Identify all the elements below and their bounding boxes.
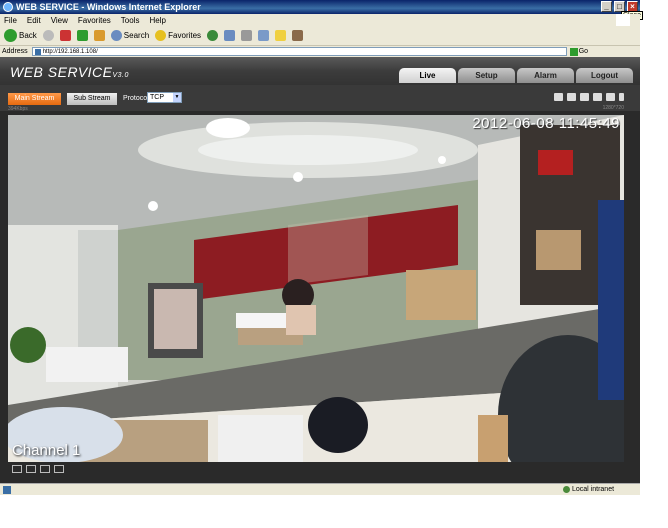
favorites-label: Favorites	[168, 31, 202, 40]
refresh-icon[interactable]	[76, 30, 88, 41]
app-header: WEB SERVICEV3.0 Live Setup Alarm Logout	[0, 57, 640, 85]
star-icon	[155, 30, 167, 41]
back-arrow-icon	[4, 29, 17, 42]
intranet-icon	[563, 486, 570, 493]
menu-bar: File Edit View Favorites Tools Help	[0, 14, 640, 26]
protocol-label: Protocol	[123, 95, 149, 102]
menu-view[interactable]: View	[51, 16, 68, 25]
zone-label: Local intranet	[572, 486, 615, 493]
brand-version: V3.0	[112, 72, 129, 79]
page-icon	[34, 48, 41, 55]
brand-logo: WEB SERVICEV3.0	[10, 64, 129, 80]
mail-icon[interactable]	[224, 30, 236, 41]
go-arrow-icon	[569, 47, 578, 56]
folder-icon[interactable]	[275, 30, 287, 41]
minimize-button[interactable]: _	[601, 1, 612, 12]
home-icon[interactable]	[93, 30, 105, 41]
channel-label: Channel 1	[12, 442, 81, 459]
resolution: 1280*720	[602, 105, 624, 111]
snapshot-icon[interactable]	[580, 93, 589, 101]
tab-live[interactable]: Live	[399, 68, 456, 83]
address-bar: Address http://192.168.1.108/ Go	[0, 46, 640, 57]
history-icon[interactable]	[207, 30, 219, 41]
search-label: Search	[123, 31, 150, 40]
web-service-app: WEB SERVICEV3.0 Live Setup Alarm Logout …	[0, 57, 640, 483]
address-field[interactable]: http://192.168.1.108/	[31, 47, 567, 56]
print-icon[interactable]	[241, 30, 253, 41]
speaker-icon[interactable]	[606, 93, 615, 101]
camera-feed-image	[8, 115, 624, 462]
live-video[interactable]: 2012-06-08 11:45:49 Channel 1	[8, 115, 624, 462]
ie-icon	[3, 2, 13, 12]
tab-alarm[interactable]: Alarm	[517, 68, 574, 83]
window-title: WEB SERVICE - Windows Internet Explorer	[16, 2, 201, 12]
menu-tools[interactable]: Tools	[121, 16, 140, 25]
menu-help[interactable]: Help	[149, 16, 165, 25]
windows-logo-icon	[616, 14, 630, 26]
search-button[interactable]: Search	[110, 30, 150, 41]
stream-bar: Main Stream Sub Stream Protocol TCP ▼ 39…	[0, 85, 640, 112]
back-label: Back	[19, 31, 37, 40]
record-icon[interactable]	[593, 93, 602, 101]
forward-arrow-icon[interactable]	[42, 30, 54, 41]
address-label: Address	[2, 48, 28, 55]
video-bottom-toolbar	[8, 462, 624, 475]
tab-logout[interactable]: Logout	[576, 68, 633, 83]
back-button[interactable]: Back	[4, 29, 37, 42]
protocol-select[interactable]: TCP ▼	[147, 92, 182, 103]
nav-tabs: Live Setup Alarm Logout	[399, 68, 633, 83]
status-bar: Local intranet	[0, 483, 640, 495]
page-done-icon	[3, 485, 11, 494]
brand-name: WEB SERVICE	[10, 64, 113, 80]
sub-stream-button[interactable]: Sub Stream	[67, 93, 117, 105]
main-stream-button[interactable]: Main Stream	[8, 93, 61, 105]
fit-window-icon[interactable]	[40, 464, 50, 473]
security-zone: Local intranet	[563, 486, 614, 493]
go-button[interactable]: Go	[569, 47, 589, 56]
browser-toolbar: Back Search Favorites	[0, 26, 640, 46]
menu-edit[interactable]: Edit	[27, 16, 41, 25]
stop-icon[interactable]	[59, 30, 71, 41]
tab-setup[interactable]: Setup	[458, 68, 515, 83]
video-timestamp: 2012-06-08 11:45:49	[472, 115, 620, 132]
layout-1-icon[interactable]	[12, 464, 22, 473]
messenger-icon[interactable]	[292, 30, 304, 41]
video-controls	[554, 93, 624, 101]
search-icon	[110, 30, 122, 41]
layout-4-icon[interactable]	[26, 464, 36, 473]
favorites-button[interactable]: Favorites	[155, 30, 201, 41]
window-titlebar: WEB SERVICE - Windows Internet Explorer …	[0, 0, 640, 14]
microphone-icon[interactable]	[619, 93, 624, 101]
chevron-down-icon: ▼	[173, 93, 181, 102]
menu-file[interactable]: File	[4, 16, 17, 25]
zoom-icon[interactable]	[554, 93, 563, 101]
full-window-icon[interactable]	[54, 464, 64, 473]
edit-icon[interactable]	[258, 30, 270, 41]
bitrate: 394Kbps	[8, 106, 28, 112]
menu-favorites[interactable]: Favorites	[78, 16, 111, 25]
fullscreen-icon[interactable]	[567, 93, 576, 101]
address-url: http://192.168.1.108/	[42, 48, 98, 55]
go-label: Go	[578, 48, 589, 55]
protocol-value: TCP	[150, 94, 164, 101]
